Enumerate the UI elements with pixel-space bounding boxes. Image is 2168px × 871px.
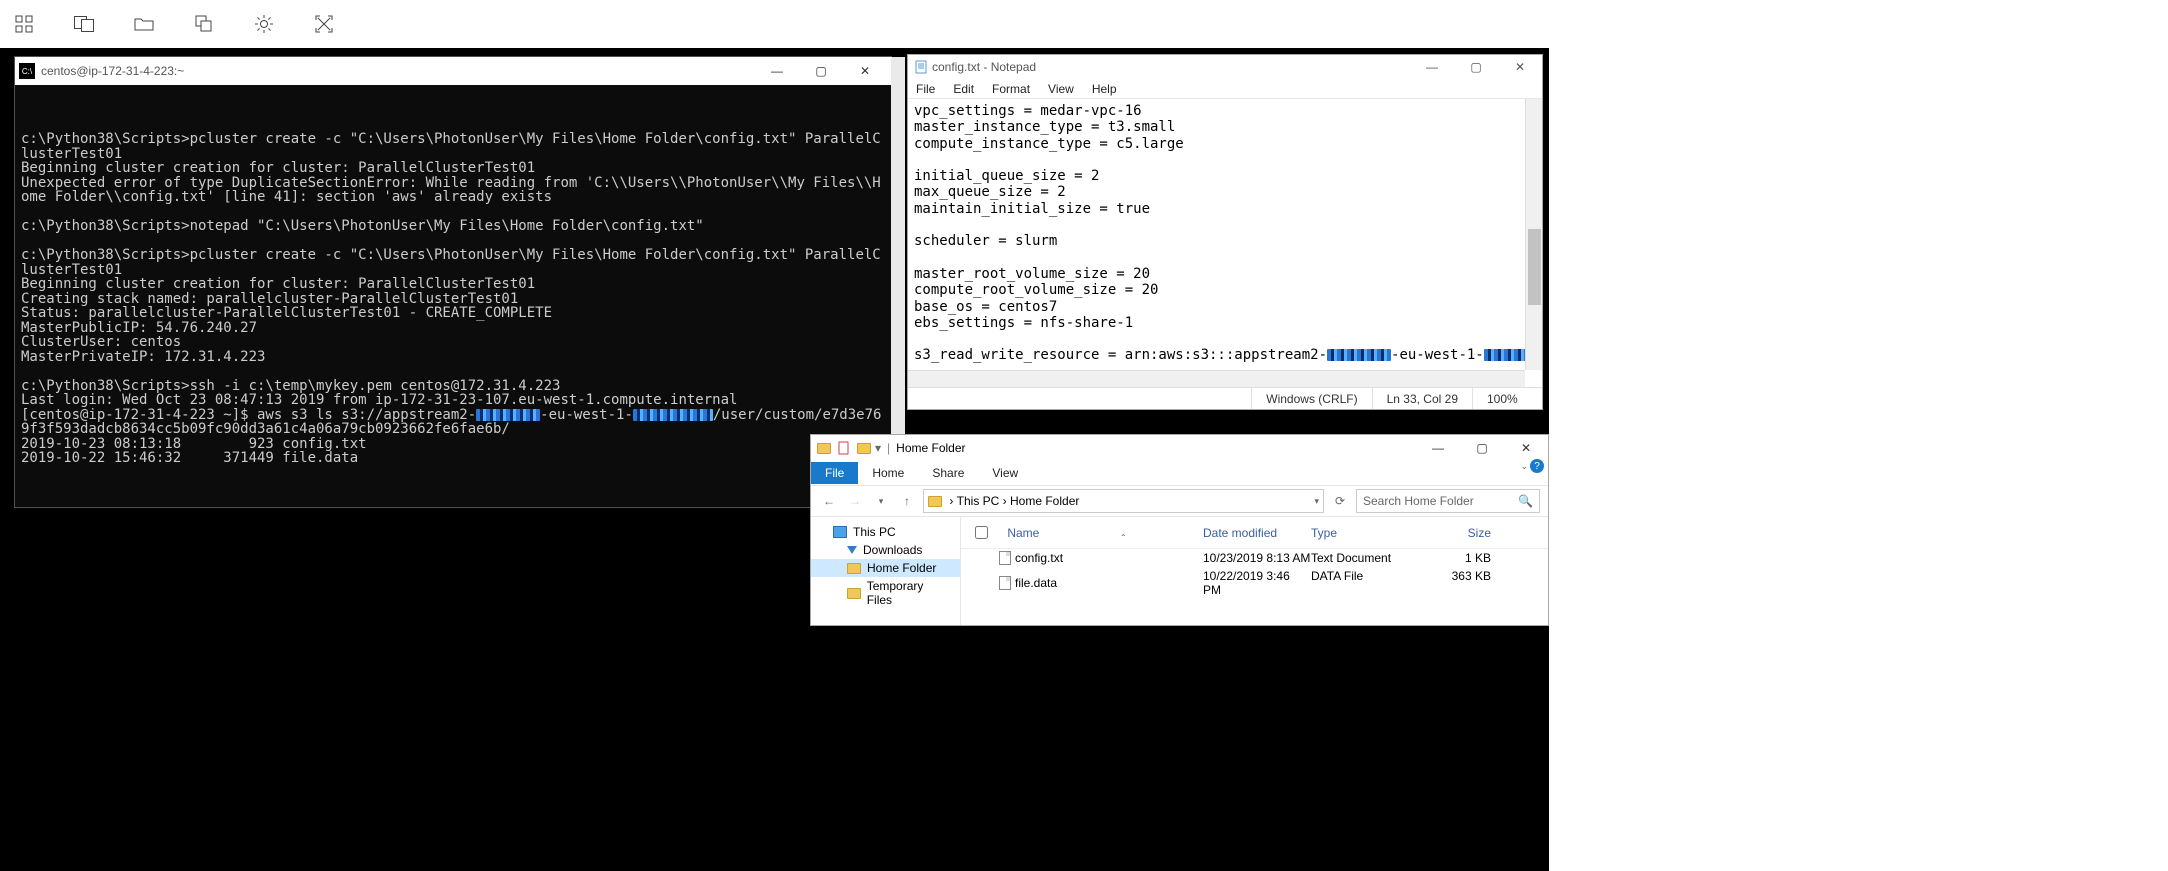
- tree-node-home folder[interactable]: Home Folder: [811, 559, 960, 577]
- menu-edit[interactable]: Edit: [953, 82, 974, 96]
- page-icon: [837, 441, 851, 455]
- close-button[interactable]: ✕: [1504, 435, 1548, 461]
- terminal-titlebar[interactable]: C:\ centos@ip-172-31-4-223:~ — ▢ ✕: [15, 57, 891, 85]
- search-input[interactable]: Search Home Folder 🔍: [1356, 489, 1540, 513]
- notepad-window: config.txt - Notepad — ▢ ✕ File Edit Forma…: [907, 54, 1543, 410]
- explorer-file-list[interactable]: Name⌃ Date modified Type Size config.txt…: [961, 517, 1548, 625]
- status-encoding: Windows (CRLF): [1251, 388, 1371, 409]
- breadcrumb-segment[interactable]: › This PC: [946, 494, 999, 508]
- tree-node-temporary files[interactable]: Temporary Files: [811, 577, 960, 609]
- close-button[interactable]: ✕: [1498, 55, 1542, 79]
- gear-icon[interactable]: [254, 14, 274, 34]
- notepad-hscroll[interactable]: [908, 370, 1525, 387]
- explorer-window: ▾ | Home Folder — ▢ ✕ FileHomeShareView …: [810, 434, 1549, 626]
- notepad-vscroll[interactable]: [1525, 99, 1542, 370]
- sort-indicator-icon: ⌃: [1120, 533, 1127, 542]
- tab-home[interactable]: Home: [858, 462, 918, 484]
- tab-share[interactable]: Share: [918, 462, 978, 484]
- minimize-button[interactable]: —: [1410, 55, 1454, 79]
- maximize-button[interactable]: ▢: [1460, 435, 1504, 461]
- file-icon: [999, 551, 1011, 565]
- search-placeholder: Search Home Folder: [1363, 494, 1474, 508]
- folder-icon: [928, 496, 942, 507]
- explorer-nav-tree[interactable]: This PCDownloadsHome FolderTemporary Fil…: [811, 517, 961, 625]
- notepad-statusbar: Windows (CRLF) Ln 33, Col 29 100%: [908, 387, 1542, 409]
- menu-file[interactable]: File: [916, 82, 935, 96]
- back-button[interactable]: ←: [819, 491, 839, 511]
- explorer-navbar: ← → ▾ ↑ › This PC › Home Folder ▾ ⟳ Sear…: [811, 485, 1548, 517]
- recent-locations-button[interactable]: ▾: [871, 491, 891, 511]
- explorer-titlebar[interactable]: ▾ | Home Folder — ▢ ✕: [811, 435, 1548, 461]
- explorer-title: Home Folder: [896, 441, 965, 455]
- close-button[interactable]: ✕: [843, 57, 887, 85]
- apps-icon[interactable]: [14, 14, 34, 34]
- dual-monitor-icon[interactable]: [74, 14, 94, 34]
- notepad-titlebar[interactable]: config.txt - Notepad — ▢ ✕: [908, 55, 1542, 79]
- notepad-title: config.txt - Notepad: [932, 60, 1036, 74]
- select-all-checkbox[interactable]: [975, 526, 988, 539]
- tree-node-this pc[interactable]: This PC: [811, 523, 960, 541]
- table-row[interactable]: config.txt 10/23/2019 8:13 AM Text Docum…: [961, 549, 1548, 567]
- minimize-button[interactable]: —: [1416, 435, 1460, 461]
- menu-help[interactable]: Help: [1092, 82, 1117, 96]
- explorer-app-icon: [817, 443, 831, 454]
- help-button[interactable]: ?: [1530, 459, 1544, 473]
- column-headers[interactable]: Name⌃ Date modified Type Size: [961, 517, 1548, 549]
- up-button[interactable]: ↑: [897, 491, 917, 511]
- menu-view[interactable]: View: [1048, 82, 1074, 96]
- file-icon: [999, 576, 1011, 590]
- folder-icon: [857, 443, 871, 454]
- chevron-down-icon[interactable]: ▾: [1314, 496, 1319, 507]
- tab-view[interactable]: View: [978, 462, 1032, 484]
- terminal-app-icon: C:\: [19, 63, 35, 79]
- forward-button[interactable]: →: [845, 491, 865, 511]
- folder-icon[interactable]: [134, 14, 154, 34]
- ribbon-expand-icon[interactable]: ⌄: [1520, 461, 1528, 472]
- maximize-button[interactable]: ▢: [799, 57, 843, 85]
- explorer-ribbon: FileHomeShareView: [811, 461, 1548, 485]
- menu-format[interactable]: Format: [992, 82, 1030, 96]
- refresh-button[interactable]: ⟳: [1330, 491, 1350, 511]
- status-zoom: 100%: [1472, 388, 1542, 409]
- terminal-title: centos@ip-172-31-4-223:~: [41, 64, 184, 78]
- tree-node-downloads[interactable]: Downloads: [811, 541, 960, 559]
- notepad-content[interactable]: vpc_settings = medar-vpc-16 master_insta…: [908, 99, 1542, 387]
- fullscreen-icon[interactable]: [314, 14, 334, 34]
- status-caret-pos: Ln 33, Col 29: [1372, 388, 1472, 409]
- tab-file[interactable]: File: [811, 462, 858, 484]
- notepad-menubar: File Edit Format View Help: [908, 79, 1542, 99]
- app-toolbar: [0, 0, 2168, 48]
- notepad-app-icon: [914, 60, 928, 74]
- search-icon: 🔍: [1518, 494, 1533, 508]
- breadcrumb-segment[interactable]: › Home Folder: [999, 494, 1079, 508]
- table-row[interactable]: file.data 10/22/2019 3:46 PM DATA File 3…: [961, 567, 1548, 599]
- maximize-button[interactable]: ▢: [1454, 55, 1498, 79]
- address-bar[interactable]: › This PC › Home Folder ▾: [923, 489, 1324, 513]
- minimize-button[interactable]: —: [755, 57, 799, 85]
- terminal-window: C:\ centos@ip-172-31-4-223:~ — ▢ ✕ c:\Py…: [14, 56, 892, 508]
- terminal-body[interactable]: c:\Python38\Scripts>pcluster create -c "…: [15, 85, 891, 507]
- copy-icon[interactable]: [194, 14, 214, 34]
